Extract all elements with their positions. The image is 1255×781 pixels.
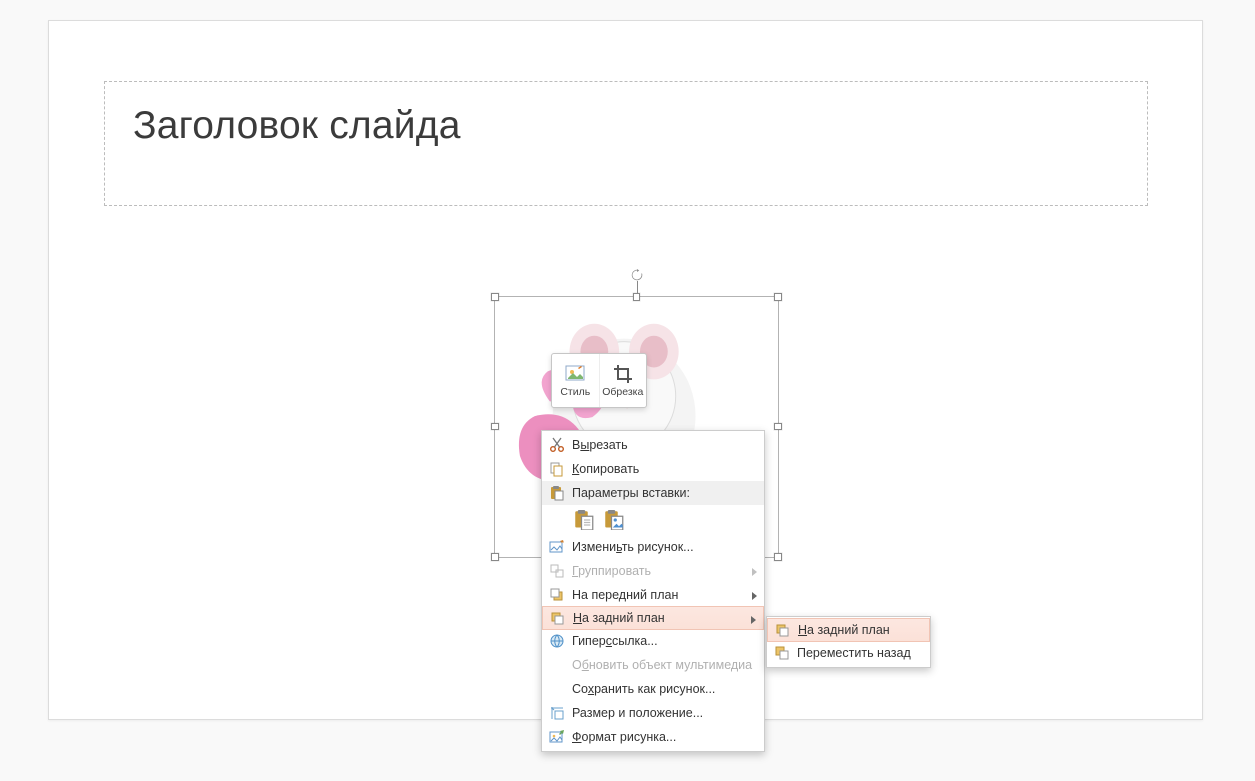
menu-cut-label: Вырезать bbox=[572, 438, 628, 452]
hyperlink-icon bbox=[548, 632, 566, 650]
picture-style-icon bbox=[565, 364, 585, 384]
resize-handle-bl[interactable] bbox=[491, 553, 499, 561]
cut-icon bbox=[548, 436, 566, 454]
submenu-send-backward-label: Переместить назад bbox=[797, 646, 911, 660]
change-picture-icon bbox=[548, 538, 566, 556]
menu-copy-label: Копировать bbox=[572, 462, 639, 476]
format-picture-icon bbox=[548, 728, 566, 746]
context-menu: Вырезать Копировать Параметры вставки: И… bbox=[541, 430, 765, 752]
resize-handle-tc[interactable] bbox=[633, 293, 640, 301]
menu-change-picture-label: Измениьть рисунок... bbox=[572, 540, 694, 554]
menu-bring-to-front[interactable]: На передний план bbox=[542, 583, 764, 607]
menu-update-media-label: Обновить объект мультимедиа bbox=[572, 658, 752, 672]
menu-paste-options-header: Параметры вставки: bbox=[542, 481, 764, 505]
paste-options-row bbox=[542, 505, 764, 535]
send-back-icon bbox=[549, 610, 567, 628]
rotate-handle[interactable] bbox=[631, 269, 643, 281]
copy-icon bbox=[548, 460, 566, 478]
menu-size-position-label: Размер и положение... bbox=[572, 706, 703, 720]
menu-cut[interactable]: Вырезать bbox=[542, 433, 764, 457]
menu-send-to-back[interactable]: На задний план bbox=[542, 606, 764, 630]
menu-format-picture-label: Формат рисунка... bbox=[572, 730, 676, 744]
paste-icon bbox=[548, 484, 566, 502]
rotate-stem bbox=[637, 281, 638, 293]
mini-toolbar: Стиль Обрезка bbox=[551, 353, 647, 408]
menu-group-label: Группировать bbox=[572, 564, 651, 578]
menu-hyperlink[interactable]: Гиперссылка... bbox=[542, 629, 764, 653]
submenu-send-to-back-label: На задний план bbox=[798, 623, 890, 637]
send-backward-icon bbox=[773, 644, 791, 662]
crop-label: Обрезка bbox=[602, 386, 643, 398]
slide-title-text: Заголовок слайда bbox=[133, 104, 1119, 148]
resize-handle-ml[interactable] bbox=[491, 423, 499, 430]
submenu-arrow-icon bbox=[751, 616, 756, 624]
menu-format-picture[interactable]: Формат рисунка... bbox=[542, 725, 764, 749]
resize-handle-mr[interactable] bbox=[774, 423, 782, 430]
resize-handle-tr[interactable] bbox=[774, 293, 782, 301]
menu-paste-options-label: Параметры вставки: bbox=[572, 486, 690, 500]
menu-hyperlink-label: Гиперссылка... bbox=[572, 634, 658, 648]
style-button[interactable]: Стиль bbox=[552, 354, 600, 407]
resize-handle-tl[interactable] bbox=[491, 293, 499, 301]
title-placeholder[interactable]: Заголовок слайда bbox=[104, 81, 1148, 206]
menu-save-as-picture[interactable]: Сохранить как рисунок... bbox=[542, 677, 764, 701]
group-icon bbox=[548, 562, 566, 580]
submenu-arrow-icon bbox=[752, 592, 757, 600]
style-label: Стиль bbox=[560, 386, 590, 398]
send-to-back-submenu: На задний план Переместить назад bbox=[766, 616, 931, 668]
bring-front-icon bbox=[548, 586, 566, 604]
submenu-arrow-icon bbox=[752, 568, 757, 576]
menu-copy[interactable]: Копировать bbox=[542, 457, 764, 481]
paste-option-keep-formatting[interactable] bbox=[572, 508, 596, 532]
resize-handle-br[interactable] bbox=[774, 553, 782, 561]
menu-update-media: Обновить объект мультимедиа bbox=[542, 653, 764, 677]
submenu-send-backward[interactable]: Переместить назад bbox=[767, 641, 930, 665]
menu-size-and-position[interactable]: Размер и положение... bbox=[542, 701, 764, 725]
submenu-send-to-back[interactable]: На задний план bbox=[767, 618, 930, 642]
size-position-icon bbox=[548, 704, 566, 722]
menu-send-back-label: На задний план bbox=[573, 611, 665, 625]
crop-icon bbox=[613, 364, 633, 384]
crop-button[interactable]: Обрезка bbox=[600, 354, 647, 407]
paste-option-picture[interactable] bbox=[602, 508, 626, 532]
menu-change-picture[interactable]: Измениьть рисунок... bbox=[542, 535, 764, 559]
menu-save-as-picture-label: Сохранить как рисунок... bbox=[572, 682, 715, 696]
menu-group: Группировать bbox=[542, 559, 764, 583]
send-back-icon bbox=[774, 622, 792, 640]
menu-bring-front-label: На передний план bbox=[572, 588, 678, 602]
